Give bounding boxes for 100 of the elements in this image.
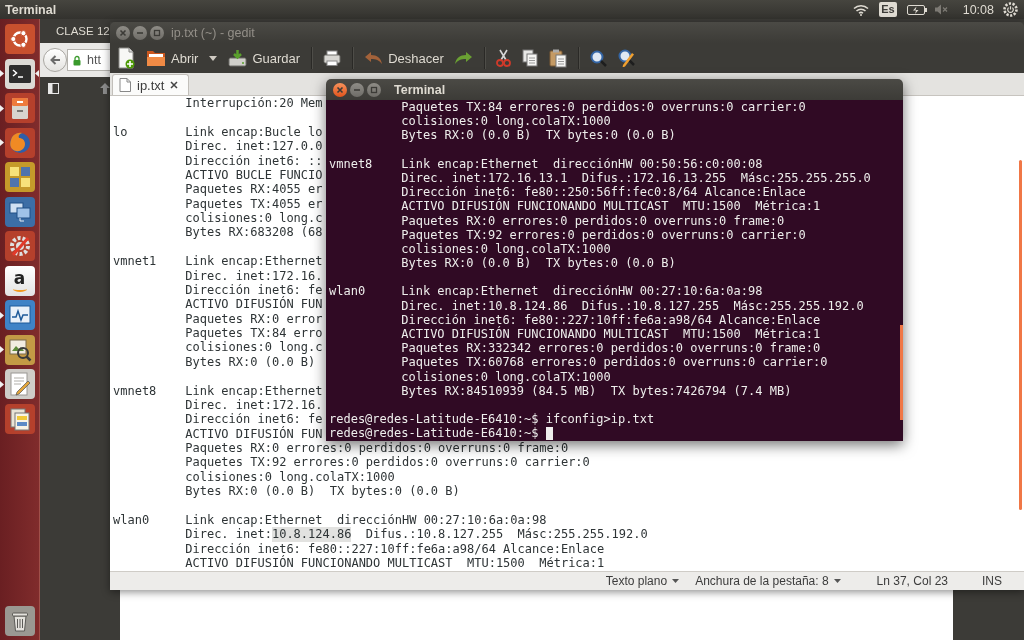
close-icon[interactable]: [170, 81, 179, 89]
text-line: Bytes RX:0 (0.0 B) TX bytes:0 (0.0 B): [401, 256, 676, 271]
maximize-button[interactable]: [150, 25, 164, 40]
new-document-icon[interactable]: [117, 47, 135, 69]
wifi-icon[interactable]: [853, 3, 870, 16]
trash-icon[interactable]: [4, 606, 35, 636]
magnifier-photo-icon[interactable]: [4, 334, 35, 365]
keyboard-layout-indicator[interactable]: Es: [879, 2, 897, 17]
caret-icon: [833, 579, 841, 583]
redo-arrow-icon[interactable]: [454, 51, 473, 65]
highlighted-text: 10.8.124.86: [271, 527, 352, 542]
clock[interactable]: 10:08: [962, 2, 994, 17]
undo-button[interactable]: Deshacer: [364, 50, 444, 66]
language-dropdown[interactable]: Texto plano: [605, 574, 680, 588]
caret-icon[interactable]: [209, 55, 218, 61]
maximize-button[interactable]: [367, 82, 381, 97]
text-line: Paquetes RX:0 error: [185, 311, 323, 326]
caret-icon: [672, 579, 680, 583]
minimize-button[interactable]: [133, 25, 147, 40]
line-text: Direc. inet:: [185, 527, 272, 542]
text-line: Paquetes TX:4055 er: [185, 196, 323, 211]
sidebar-icon[interactable]: [48, 83, 59, 94]
text-line: ACTIVO DIFUSIÓN FUN: [185, 297, 323, 312]
text-line: Paquetes TX:92 errores:0 perdidos:0 overruns:0 carrier:0: [185, 455, 590, 470]
open-button[interactable]: Abrir: [146, 49, 199, 67]
back-button[interactable]: [43, 48, 67, 72]
document-stack-icon[interactable]: [4, 403, 35, 434]
speaker-muted-icon[interactable]: [934, 4, 948, 15]
file-tab[interactable]: ip.txt: [112, 74, 190, 95]
text-line: Paquetes RX:4055 er: [185, 182, 323, 197]
text-line: colisiones:0 long.c: [185, 211, 323, 226]
puzzle-icon[interactable]: [4, 162, 35, 192]
cursor-position: Ln 37, Col 23: [876, 574, 948, 588]
text-line: ACTIVO BUCLE FUNCIO: [185, 167, 323, 183]
back-arrow-icon: [49, 54, 61, 66]
text-line: colisiones:0 long.colaTX:1000: [185, 469, 395, 485]
save-button[interactable]: Guardar: [228, 49, 301, 67]
close-button[interactable]: [116, 25, 130, 40]
maximize-icon: [370, 85, 378, 94]
interface-name: vmnet8: [329, 156, 373, 171]
minimize-button[interactable]: [350, 82, 364, 97]
text-line: Paquetes RX:332342 errores:0 perdidos:0 overruns:0 frame:0: [401, 341, 821, 356]
maximize-icon: [153, 28, 161, 37]
text-line: Paquetes RX:0 errores:0 perdidos:0 overruns:0 frame:0: [185, 441, 569, 456]
folder-icon: [146, 49, 166, 67]
gear-pencil-icon[interactable]: [4, 231, 35, 261]
text-line: Bytes RX:84510939 (84.5 MB) TX bytes:7426794 (7.4 MB): [401, 383, 792, 398]
file-cabinet-icon[interactable]: [4, 93, 35, 123]
copy-icon[interactable]: [521, 49, 538, 67]
text-line: Dirección inet6: fe: [185, 282, 323, 297]
text-line: colisiones:0 long.colaTX:1000: [401, 241, 611, 257]
window-title: ip.txt (~) - gedit: [171, 25, 255, 40]
browser-tab[interactable]: CLASE 12: [56, 25, 110, 37]
power-icon[interactable]: [1003, 2, 1018, 17]
ring-logo-icon[interactable]: [4, 24, 35, 54]
text-line: Direc. inet:127.0.0: [185, 139, 323, 154]
document-icon: [119, 78, 131, 92]
close-button[interactable]: [333, 82, 347, 97]
text-line: Link encap:Bucle lo: [185, 124, 323, 140]
pencil-paper-icon[interactable]: [4, 369, 35, 399]
text-line: Link encap:Ethernet direcciónHW 00:50:56:c0:00:08: [401, 156, 763, 171]
url-field[interactable]: htt: [67, 49, 110, 71]
interface-name: vmnet8: [113, 383, 157, 398]
text-line: Direc. inet:172.16.: [185, 268, 323, 283]
text-line: ACTIVO DIFUSIÓN FUNCIONANDO MULTICAST MTU:1500 Métrica:1: [401, 199, 821, 214]
interface-name: wlan0: [113, 512, 150, 528]
globe-icon[interactable]: [4, 127, 35, 158]
tab-width-dropdown[interactable]: Anchura de la pestaña: 8: [695, 574, 841, 588]
lock-icon: [73, 54, 81, 66]
search-pencil-icon[interactable]: [617, 49, 636, 67]
text-line: Paquetes TX:60768 errores:0 perdidos:0 overruns:0 carrier:0: [401, 355, 828, 370]
clipboard-icon[interactable]: [548, 48, 567, 68]
store-tile[interactable]: a: [4, 265, 35, 296]
battery-charging-icon[interactable]: [906, 4, 927, 15]
app-name: Terminal: [5, 2, 57, 17]
window-title: Terminal: [394, 82, 446, 97]
text-line: Dirección inet6: fe: [185, 412, 323, 427]
text-line: ACTIVO DIFUSIÓN FUNCIONANDO MULTICAST MTU:1500 Métrica:1: [401, 327, 821, 342]
text-line: Dirección inet6: fe80::227:10ff:fe6a:a98/64 Alcance:Enlace: [401, 312, 821, 327]
text-line: colisiones:0 long.colaTX:1000: [401, 369, 611, 384]
interface-name: vmnet1: [113, 254, 157, 269]
scrollbar[interactable]: [900, 325, 903, 420]
search-icon[interactable]: [589, 49, 607, 67]
text-line: ACTIVO DIFUSIÓN FUN: [185, 426, 323, 441]
scrollbar[interactable]: [1019, 160, 1022, 510]
prompt-line: redes@redes-Latitude-E6410:~$ ifconfig>ip.txt: [329, 412, 655, 427]
printer-icon[interactable]: [323, 50, 342, 66]
arrow-icon[interactable]: [100, 83, 110, 94]
monitors-icon[interactable]: [4, 196, 35, 227]
pulse-screen-icon[interactable]: [4, 300, 35, 330]
terminal-icon[interactable]: [4, 58, 35, 89]
insert-mode: INS: [982, 574, 1002, 588]
text-line: Bytes RX:0 (0.0 B) TX bytes:0 (0.0 B): [401, 128, 676, 143]
text-line: Interrupción:20 Mem: [185, 96, 323, 111]
interface-name: lo: [113, 124, 128, 140]
scissors-icon[interactable]: [495, 49, 511, 67]
text-line: colisiones:0 long.colaTX:1000: [401, 114, 611, 129]
text-line: Dirección inet6: fe80::227:10ff:fe6a:a98/64 Alcance:Enlace: [185, 541, 605, 556]
text-line: Dirección inet6: ::: [185, 153, 323, 168]
close-icon: [336, 85, 344, 94]
